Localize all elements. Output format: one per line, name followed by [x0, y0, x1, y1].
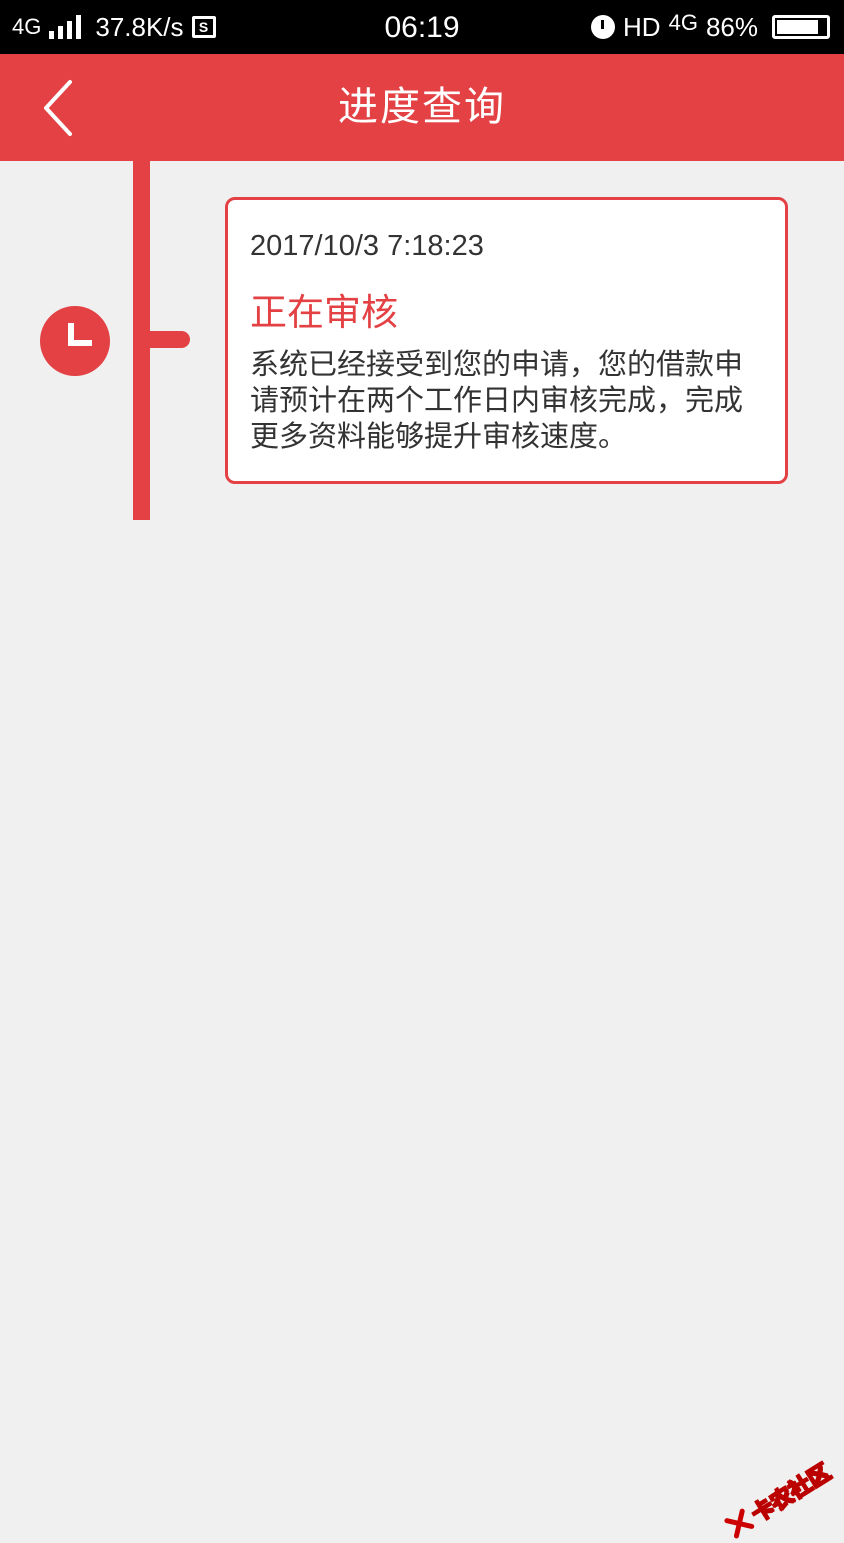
progress-card: 2017/10/3 7:18:23 正在审核 系统已经接受到您的申请，您的借款申…: [225, 197, 788, 484]
progress-timestamp: 2017/10/3 7:18:23: [250, 230, 484, 262]
network-speed: 37.8K/s: [95, 11, 184, 42]
timeline-connector: [145, 331, 190, 348]
progress-status: 正在审核: [250, 291, 398, 334]
app-header: 进度查询: [0, 54, 844, 161]
watermark-text: 卡农社区: [747, 1459, 836, 1528]
mobile-data-icon: 4G: [668, 10, 698, 35]
progress-description: 系统已经接受到您的申请，您的借款申请预计在两个工作日内审核完成，完成更多资料能够…: [250, 347, 744, 453]
alarm-icon: [591, 15, 616, 39]
clock-icon: [40, 306, 110, 376]
battery-fill: [777, 20, 818, 34]
status-bar: 4G 37.8K/s S 06:19 HD 4G 86%: [0, 0, 844, 54]
back-button[interactable]: [28, 74, 92, 142]
signal-icon: [49, 15, 82, 39]
hd-label: HD: [623, 11, 661, 42]
clock-hands: [68, 323, 92, 346]
watermark: 卡农社区: [721, 1455, 836, 1543]
status-bar-left: 4G 37.8K/s S: [12, 0, 216, 54]
page-title: 进度查询: [338, 84, 506, 130]
status-bar-right: HD 4G 86%: [591, 0, 830, 54]
chevron-left-icon: [44, 80, 72, 136]
network-type: 4G: [12, 14, 42, 39]
screenshot-icon: S: [191, 16, 216, 38]
battery-icon: [772, 15, 830, 39]
battery-percent: 86%: [705, 11, 758, 42]
